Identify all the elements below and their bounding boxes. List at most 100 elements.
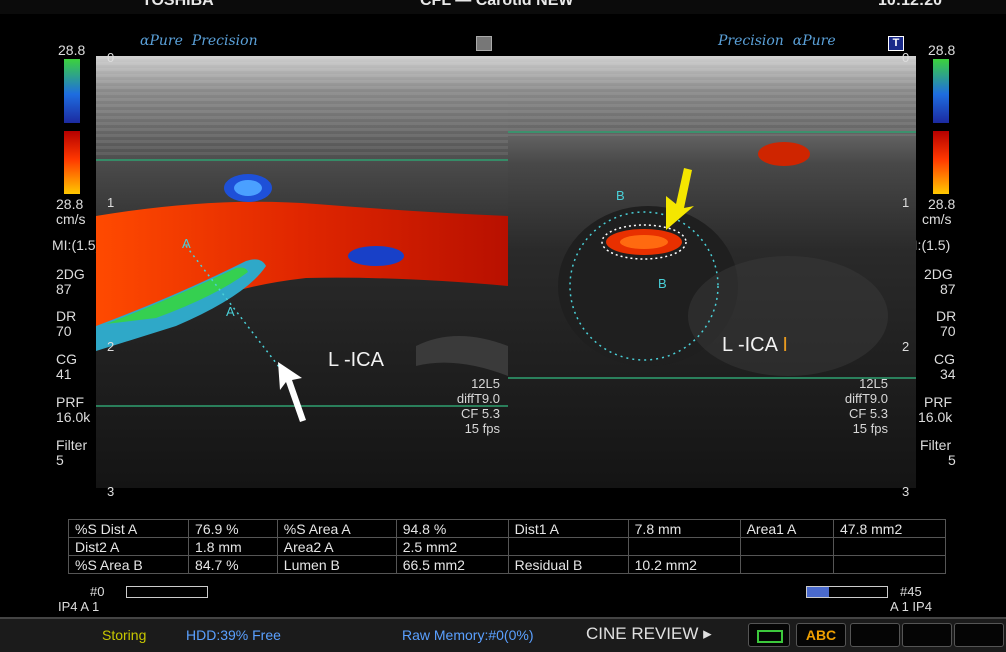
longitudinal-view[interactable]: L -ICA A A 12L5 diffT9.0 CF 5.3 15 fps [96, 56, 508, 488]
preset-name: CFL — Carotid NEW [420, 0, 574, 9]
meas-value [627, 537, 741, 556]
status-bar: Storing HDD:39% Free Raw Memory:#0(0%) C… [0, 617, 1006, 652]
scale-min-right: 28.8 [928, 196, 956, 212]
yellow-arrow-icon [666, 168, 694, 230]
meas-value: 7.8 mm [627, 519, 741, 538]
depth-3-right: 3 [902, 484, 910, 499]
meas-value [833, 537, 946, 556]
meas-label: Residual B [507, 555, 629, 574]
dg-value-right: 87 [940, 281, 956, 297]
prf-value-right: 16.0k [918, 409, 953, 425]
cine-bar-left[interactable] [126, 586, 208, 598]
white-arrow-icon [278, 362, 306, 422]
table-row: Dist2 A 1.8 mm Area2 A 2.5 mm2 [67, 537, 946, 556]
depth-2-right: 2 [902, 339, 910, 354]
meas-value [833, 555, 946, 574]
meas-label: %S Area B [67, 555, 190, 574]
filter-value-right: 5 [948, 452, 956, 468]
prf-label-right: PRF [924, 394, 952, 410]
raw-memory-status: Raw Memory:#0(0%) [402, 627, 534, 643]
caliper-a-top: A [182, 236, 191, 251]
top-header: TOSHIBA CFL — Carotid NEW 10:12:20 [0, 0, 1006, 14]
dg-label-right: 2DG [924, 266, 953, 282]
logo-left: αPure Precision [140, 33, 258, 49]
scale-max-right: 28.8 [928, 42, 956, 58]
cg-label-right: CG [934, 351, 955, 367]
cine-bar-fill [807, 587, 829, 597]
status-button-2[interactable] [902, 623, 952, 647]
meas-label: Area1 A [739, 519, 835, 538]
scale-max-left: 28.8 [58, 42, 86, 58]
depth-1-left: 1 [107, 195, 115, 210]
dr-label-left: DR [56, 308, 77, 324]
meas-value: 47.8 mm2 [833, 519, 946, 538]
cine-bar-right[interactable] [806, 586, 888, 598]
meas-label: Dist2 A [67, 537, 190, 556]
depth-1-right: 1 [902, 195, 910, 210]
meas-value: 94.8 % [395, 519, 509, 538]
cine-review-label: CINE REVIEW ▸ [586, 624, 712, 643]
green-mode-button[interactable] [748, 623, 790, 647]
abc-button[interactable]: ABC [796, 623, 846, 647]
clock: 10:12:20 [878, 0, 943, 9]
transducer-icon-right: T [888, 36, 904, 51]
logo-right: Precision αPure [718, 33, 836, 49]
dg-label-left: 2DG [56, 266, 85, 282]
meas-value: 84.7 % [188, 555, 278, 574]
meas-value: 1.8 mm [188, 537, 278, 556]
brand-name: TOSHIBA [142, 0, 214, 9]
cg-value-left: 41 [56, 366, 72, 382]
measurement-table: %S Dist A 76.9 % %S Area A 94.8 % Dist1 … [67, 519, 946, 574]
color-scale-right [933, 59, 949, 194]
color-scale-left [64, 59, 80, 194]
hdd-status: HDD:39% Free [186, 627, 281, 643]
meas-label: %S Dist A [67, 519, 190, 538]
velocity-unit-right: cm/s [922, 211, 952, 227]
meas-label [507, 537, 629, 556]
cine-ip-left: IP4 A 1 [58, 599, 100, 614]
prf-value-left: 16.0k [56, 409, 91, 425]
meas-label [739, 537, 835, 556]
status-button-1[interactable] [850, 623, 900, 647]
depth-0-left: 0 [107, 50, 115, 65]
status-button-3[interactable] [954, 623, 1004, 647]
filter-value-left: 5 [56, 452, 64, 468]
cine-ip-right: A 1 IP4 [890, 599, 932, 614]
depth-3-left: 3 [107, 484, 115, 499]
dg-value-left: 87 [56, 281, 72, 297]
caliper-a-bottom: A [226, 304, 235, 319]
meas-value: 66.5 mm2 [395, 555, 509, 574]
filter-label-right: Filter [920, 437, 952, 453]
depth-0-right: 0 [902, 50, 910, 65]
transducer-icon-left [476, 36, 492, 51]
cine-frame-right: #45 [900, 584, 922, 599]
meas-value: 10.2 mm2 [627, 555, 741, 574]
storing-status: Storing [102, 627, 147, 643]
meas-label: Lumen B [276, 555, 397, 574]
meas-label: Area2 A [276, 537, 397, 556]
transverse-view[interactable]: B B L -ICA I 12L5 diffT9.0 CF 5.3 15 fps [508, 56, 916, 488]
meas-label [739, 555, 835, 574]
view-label-left: L -ICA [328, 349, 384, 371]
dr-label-right: DR [936, 308, 957, 324]
table-row: %S Dist A 76.9 % %S Area A 94.8 % Dist1 … [67, 519, 946, 538]
green-mode-icon [757, 630, 783, 643]
prf-label-left: PRF [56, 394, 84, 410]
meas-value: 76.9 % [188, 519, 278, 538]
scan-info-left: 12L5 diffT9.0 CF 5.3 15 fps [456, 376, 500, 436]
caliper-b-top: B [616, 188, 625, 203]
cg-label-left: CG [56, 351, 77, 367]
mi-left: MI:(1.5) [52, 237, 101, 253]
meas-value: 2.5 mm2 [395, 537, 509, 556]
scan-info-right: 12L5 diffT9.0 CF 5.3 15 fps [844, 376, 888, 436]
velocity-unit-left: cm/s [56, 211, 86, 227]
scale-min-left: 28.8 [56, 196, 84, 212]
meas-label: Dist1 A [507, 519, 629, 538]
dr-value-right: 70 [940, 323, 956, 339]
cg-value-right: 34 [940, 366, 956, 382]
view-label-right: L -ICA I [722, 334, 788, 356]
meas-label: %S Area A [276, 519, 397, 538]
filter-label-left: Filter [56, 437, 88, 453]
depth-2-left: 2 [107, 339, 115, 354]
ultrasound-image-area: L -ICA A A 12L5 diffT9.0 CF 5.3 15 fps B… [96, 56, 916, 488]
